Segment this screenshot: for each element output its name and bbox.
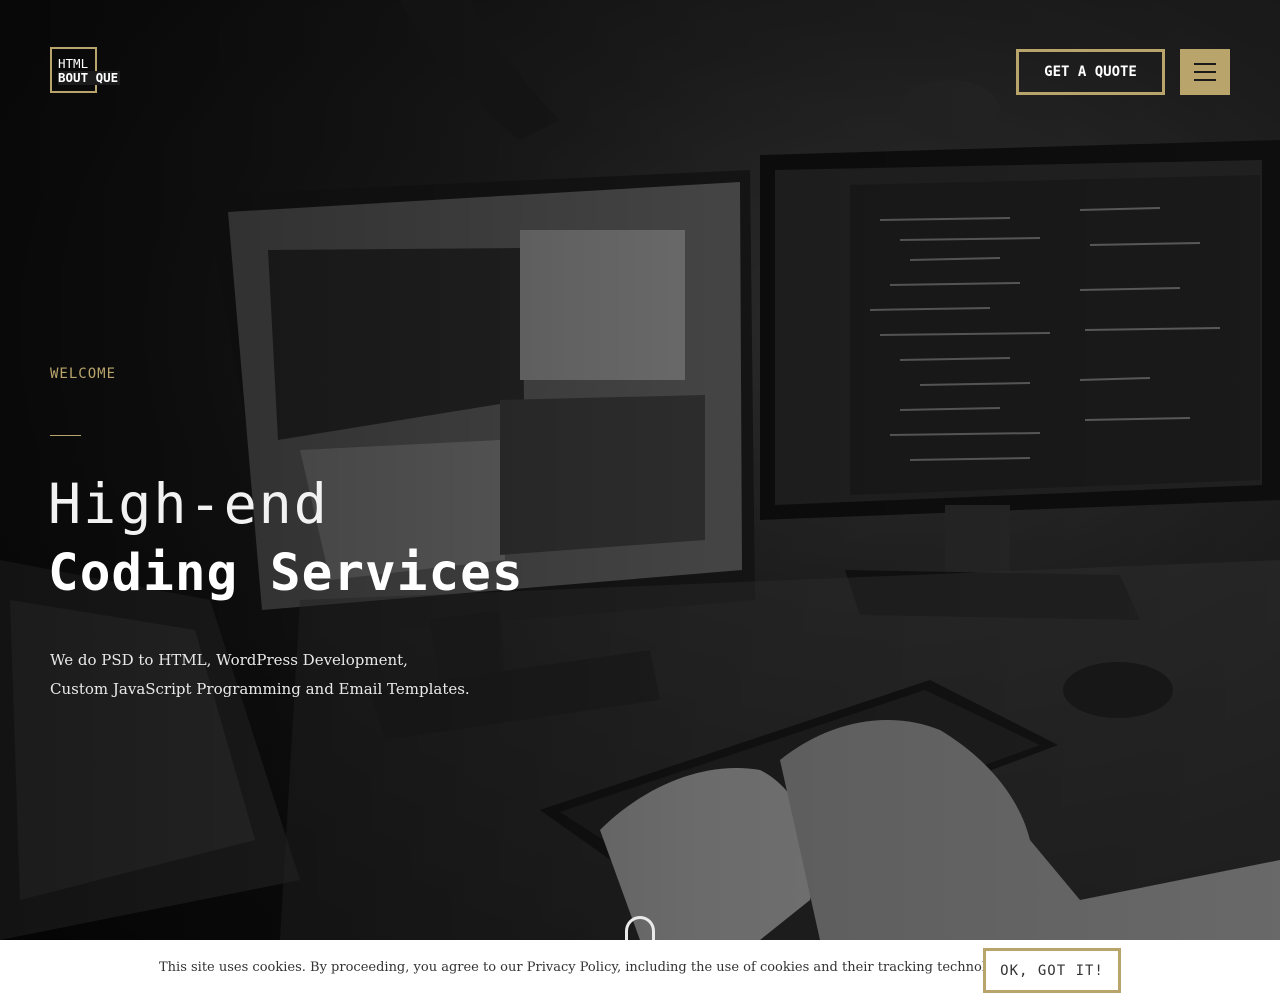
hero-section: HTML BOUT QUE GET A QUOTE WELCOME High-e… [0,0,1280,940]
hero-title-line2: Coding Services [48,544,524,603]
logo-text-line1: HTML [58,56,89,71]
logo-text-line2: BOUT QUE [58,70,121,85]
hamburger-menu-icon [1194,63,1216,65]
eyebrow-divider [50,435,81,436]
scroll-down-icon[interactable] [625,916,655,940]
hero-title-line1: High-end [48,472,329,536]
cookie-accept-button[interactable]: OK, GOT IT! [983,948,1121,993]
hamburger-menu-icon [1194,71,1216,73]
cookie-message: This site uses cookies. By proceeding, y… [159,960,1025,975]
hero-eyebrow: WELCOME [50,366,117,382]
hero-intro: We do PSD to HTML, WordPress Development… [50,651,470,698]
cookie-banner: This site uses cookies. By proceeding, y… [0,940,1280,1000]
site-logo[interactable]: HTML BOUT QUE [50,47,140,95]
hamburger-menu-icon [1194,79,1216,81]
hero-dark-overlay [0,0,1280,940]
get-a-quote-button[interactable]: GET A QUOTE [1016,49,1165,95]
menu-button[interactable] [1180,49,1230,95]
